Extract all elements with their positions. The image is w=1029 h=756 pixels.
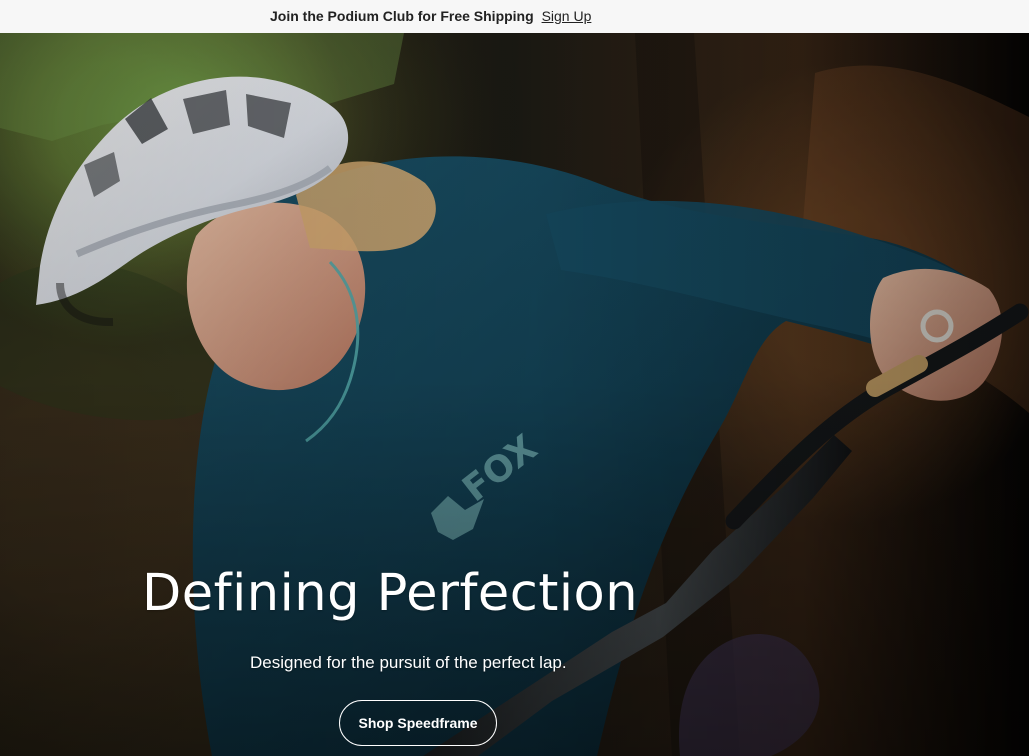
- hero-title: Defining Perfection: [142, 564, 639, 623]
- website-page: Join the Podium Club for Free Shipping S…: [0, 0, 1029, 756]
- promo-bar: Join the Podium Club for Free Shipping S…: [0, 0, 1029, 33]
- promo-message-text: Join the Podium Club for Free Shipping: [270, 8, 534, 24]
- hero-image: FOX: [0, 33, 1029, 756]
- promo-message: Join the Podium Club for Free Shipping S…: [270, 0, 591, 33]
- sign-up-link[interactable]: Sign Up: [542, 8, 592, 24]
- shop-speedframe-button[interactable]: Shop Speedframe: [339, 700, 497, 746]
- hero-banner: FOX Defining Perfection Designed for the…: [0, 33, 1029, 756]
- hero-subtitle: Designed for the pursuit of the perfect …: [250, 653, 567, 672]
